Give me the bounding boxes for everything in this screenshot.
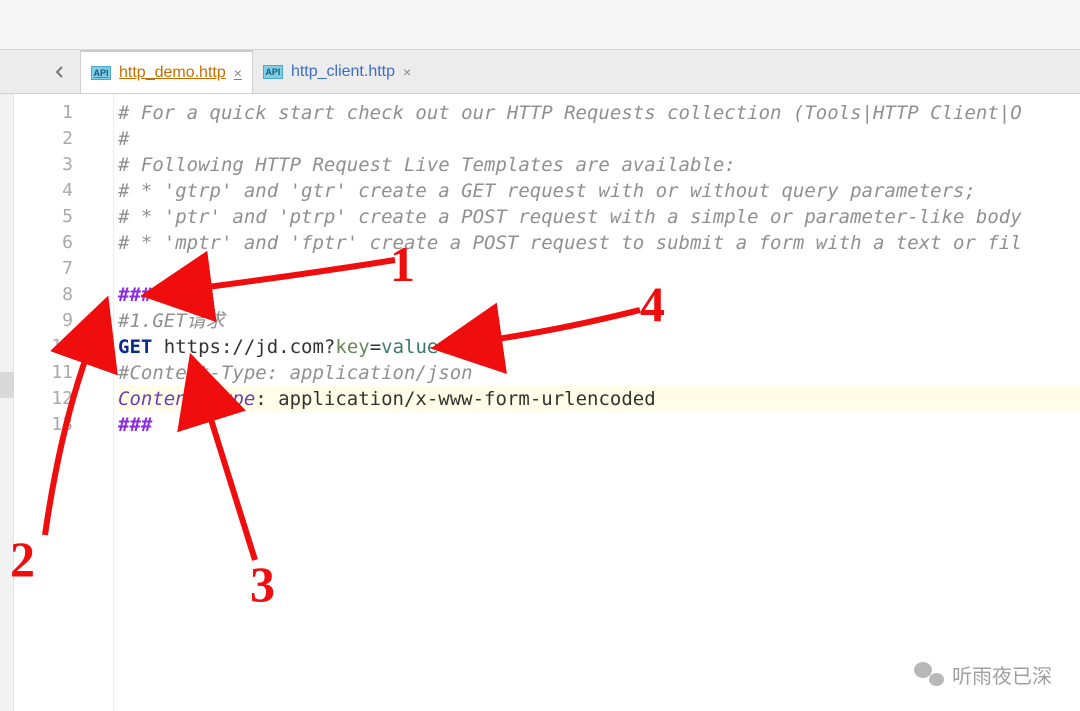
editor: 12345678910▶111213 # For a quick start c… — [0, 94, 1080, 711]
tab-label: http_client.http — [291, 63, 395, 81]
tab-http-demo[interactable]: API http_demo.http × — [80, 50, 253, 93]
code-line[interactable] — [118, 256, 1080, 282]
annotation-label-2: 2 — [10, 530, 35, 588]
line-number: 6 — [14, 230, 105, 256]
code-line[interactable]: #Content-Type: application/json — [118, 360, 1080, 386]
code-line[interactable]: Content-Type: application/x-www-form-url… — [118, 386, 1080, 412]
code-line[interactable]: ### — [118, 282, 1080, 308]
code-line[interactable]: # * 'gtrp' and 'gtr' create a GET reques… — [118, 178, 1080, 204]
close-icon[interactable]: × — [234, 65, 242, 81]
line-number: 3 — [14, 152, 105, 178]
code-line[interactable]: # * 'mptr' and 'fptr' create a POST requ… — [118, 230, 1080, 256]
editor-strip — [0, 94, 14, 711]
api-file-icon: API — [91, 66, 111, 80]
wechat-text: 听雨夜已深 — [952, 660, 1052, 689]
line-number: 10▶ — [14, 334, 105, 360]
api-file-icon: API — [263, 65, 283, 79]
line-number: 11 — [14, 360, 105, 386]
line-number: 5 — [14, 204, 105, 230]
line-number: 1 — [14, 100, 105, 126]
code-line[interactable]: # Following HTTP Request Live Templates … — [118, 152, 1080, 178]
code-line[interactable]: ### — [118, 412, 1080, 438]
code-line[interactable]: # For a quick start check out our HTTP R… — [118, 100, 1080, 126]
line-number: 4 — [14, 178, 105, 204]
code-line[interactable]: #1.GET请求 — [118, 308, 1080, 334]
editor-tabs: API http_demo.http × API http_client.htt… — [0, 50, 1080, 94]
changed-marker — [0, 372, 14, 398]
wechat-watermark: 听雨夜已深 — [914, 660, 1052, 689]
wechat-icon — [914, 662, 944, 688]
line-number: 12 — [14, 386, 105, 412]
line-number: 9 — [14, 308, 105, 334]
line-number: 8 — [14, 282, 105, 308]
toolbar-area — [0, 0, 1080, 50]
line-number: 13 — [14, 412, 105, 438]
editor-content[interactable]: # For a quick start check out our HTTP R… — [114, 94, 1080, 711]
close-icon[interactable]: × — [403, 64, 411, 80]
annotation-label-4: 4 — [640, 275, 665, 333]
code-line[interactable]: GET https://jd.com?key=value — [118, 334, 1080, 360]
tab-http-client[interactable]: API http_client.http × — [253, 50, 421, 93]
line-number: 2 — [14, 126, 105, 152]
tab-label: http_demo.http — [119, 64, 226, 82]
annotation-label-3: 3 — [250, 555, 275, 613]
line-number-gutter[interactable]: 12345678910▶111213 — [14, 94, 114, 711]
code-line[interactable]: # — [118, 126, 1080, 152]
line-number: 7 — [14, 256, 105, 282]
code-line[interactable]: # * 'ptr' and 'ptrp' create a POST reque… — [118, 204, 1080, 230]
tabs-scroll-left[interactable] — [40, 66, 80, 78]
annotation-label-1: 1 — [390, 235, 415, 293]
